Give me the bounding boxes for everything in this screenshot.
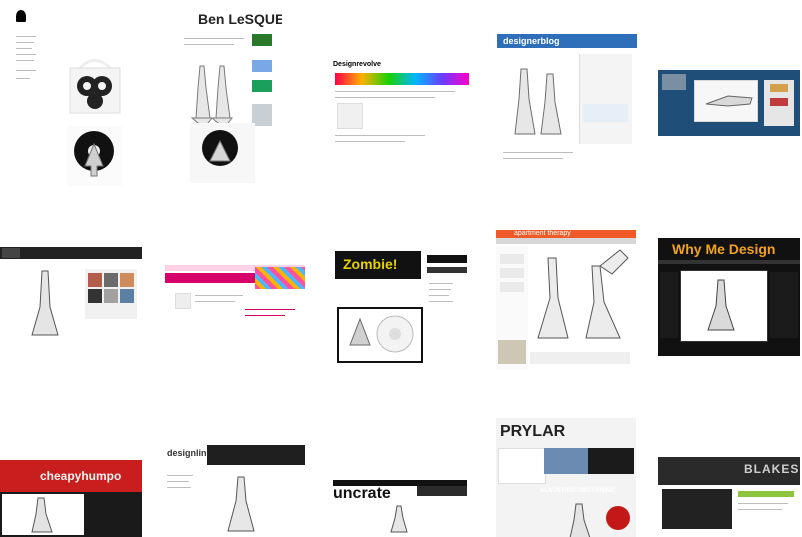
thumbnail-9[interactable]: apartment therapy (496, 230, 636, 370)
key-icon (227, 476, 255, 532)
cd-icon (190, 123, 255, 183)
thumbnail-title: Zombie! (343, 256, 398, 272)
thumbnail-13[interactable]: uncrate (333, 480, 467, 537)
thumbnail-12[interactable]: designlink (165, 445, 305, 537)
key-icon (537, 249, 629, 339)
thumbnail-title: BLAKES (744, 462, 800, 476)
thumbnail-title: Why Me Design (672, 241, 776, 257)
key-icon (514, 68, 562, 135)
key-icon (707, 279, 735, 331)
thumbnail-title: cheapyhumpo (40, 469, 122, 483)
thumbnail-title: uncrate (333, 485, 391, 502)
key-icon (31, 497, 53, 533)
thumbnail-2[interactable]: Ben LeSQUE! (180, 8, 282, 193)
thumbnail-11[interactable]: cheapyhumpo (0, 460, 142, 537)
key-icon (569, 503, 591, 537)
thumbnail-title: Ben LeSQUE! (198, 11, 282, 27)
thumbnail-14[interactable]: PRYLAR KLAUSTROFOBIVARNING (496, 418, 636, 537)
key-icon (705, 95, 753, 107)
thumbnail-title: PRYLAR (500, 423, 566, 440)
thumbnail-3[interactable]: Designrevolve (333, 55, 473, 150)
logo-icon (16, 10, 26, 22)
thumbnail-6[interactable] (0, 247, 142, 357)
thumbnail-15[interactable]: BLAKES (658, 457, 800, 537)
thumbnail-title: apartment therapy (514, 230, 571, 237)
tote-bag-icon (69, 59, 121, 114)
thumbnail-7[interactable] (165, 265, 305, 330)
cd-icon (67, 126, 122, 186)
key-icon (31, 270, 59, 336)
thumbnail-8[interactable]: Zombie! (335, 235, 467, 365)
key-icon (190, 65, 234, 128)
thumbnail-title: Designrevolve (333, 61, 381, 68)
thumbnail-subtitle: KLAUSTROFOBIVARNING (540, 488, 615, 494)
key-icon (390, 505, 408, 533)
thumbnail-10[interactable]: Why Me Design (658, 238, 800, 356)
cd-icon (349, 315, 414, 353)
thumbnail-5[interactable] (658, 70, 800, 136)
thumbnail-title: designlink (167, 448, 212, 458)
thumbnail-1[interactable] (10, 8, 130, 193)
rainbow-banner-icon (335, 73, 469, 85)
thumbnail-4[interactable]: designerblog (497, 34, 637, 174)
thumbnail-title: designerblog (503, 36, 560, 46)
